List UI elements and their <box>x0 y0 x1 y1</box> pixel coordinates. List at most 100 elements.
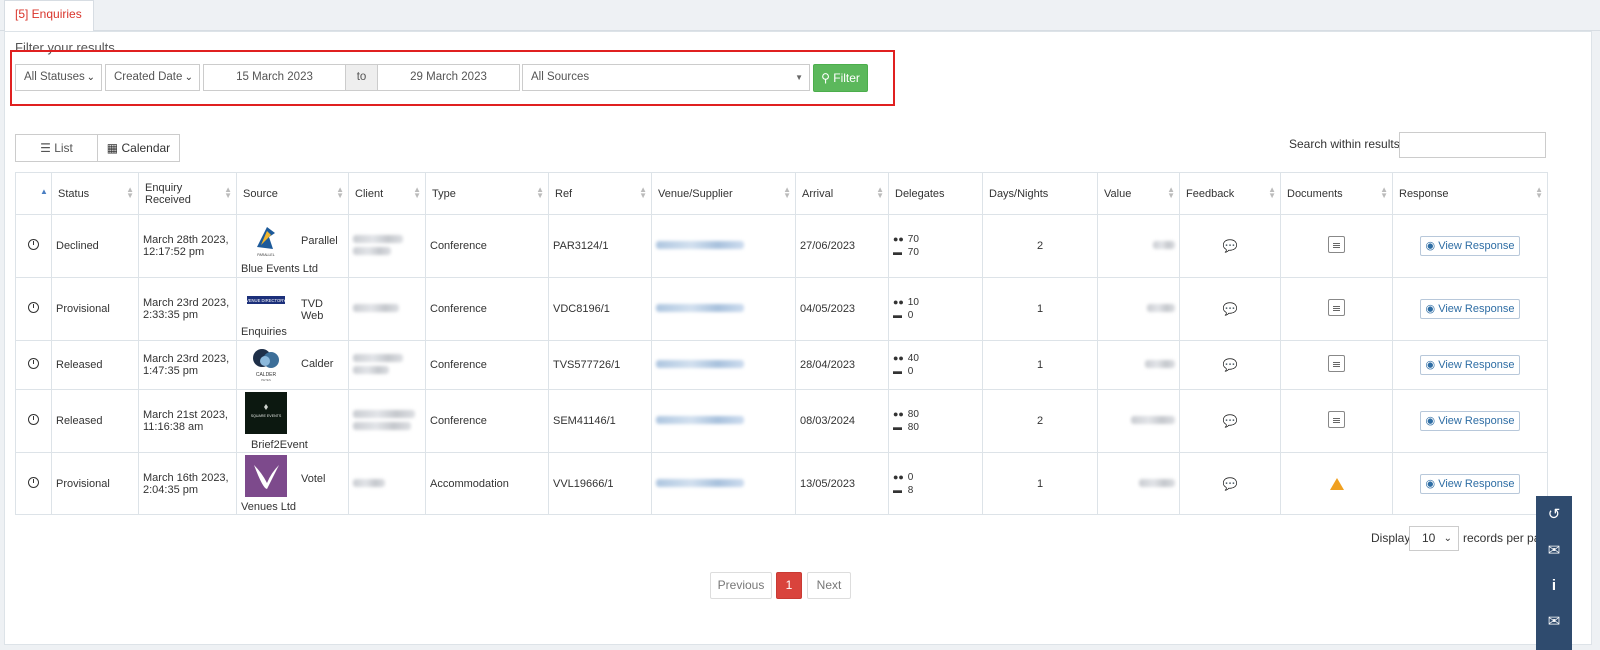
document-icon[interactable] <box>1328 355 1345 372</box>
row-arrival: 08/03/2024 <box>795 389 889 453</box>
row-type: Conference <box>425 389 549 453</box>
document-icon[interactable] <box>1328 411 1345 428</box>
col-documents[interactable]: Documents ▲ ▼ <box>1280 172 1393 215</box>
feedback-chat-icon[interactable]: 💬 <box>1223 239 1238 253</box>
status-select[interactable]: All Statuses ⌄ <box>15 64 102 91</box>
col-type[interactable]: Type ▲ ▼ <box>425 172 549 215</box>
date-from-input[interactable]: 15 March 2023 <box>203 64 346 91</box>
col-response[interactable]: Response ▲ ▼ <box>1392 172 1548 215</box>
sort-icon: ▲ ▼ <box>536 185 544 200</box>
row-ref: PAR3124/1 <box>548 214 652 278</box>
col-ref[interactable]: Ref ▲ ▼ <box>548 172 652 215</box>
clock-icon <box>28 414 39 425</box>
eye-icon: ◉ <box>1425 303 1436 315</box>
feedback-chat-icon[interactable]: 💬 <box>1223 414 1238 428</box>
sort-icon: ▲ ▼ <box>639 185 647 200</box>
col-feedback[interactable]: Feedback ▲ ▼ <box>1179 172 1281 215</box>
list-icon: ☰ <box>40 141 51 155</box>
per-page-value: 10 <box>1422 531 1436 545</box>
table-row[interactable]: Provisional March 16th 2023, 2:04:35 pm … <box>15 452 1548 515</box>
row-days: 1 <box>982 340 1098 390</box>
col-value[interactable]: Value ▲ ▼ <box>1097 172 1180 215</box>
filter-button[interactable]: ⚲ Filter <box>813 64 868 92</box>
row-value <box>1097 452 1180 515</box>
col-arrival[interactable]: Arrival ▲ ▼ <box>795 172 889 215</box>
document-warning-icon[interactable] <box>1329 475 1344 490</box>
next-page-button[interactable]: Next <box>807 572 851 599</box>
col-client[interactable]: Client ▲ ▼ <box>348 172 426 215</box>
row-client <box>348 340 426 390</box>
row-type: Conference <box>425 214 549 278</box>
previous-page-button[interactable]: Previous <box>710 572 772 599</box>
history-icon[interactable]: ↺ <box>1536 498 1572 532</box>
chevron-down-icon: ⌄ <box>184 72 193 83</box>
status-select-value: All Statuses <box>24 71 85 83</box>
view-response-button[interactable]: ◉ View Response <box>1419 299 1521 319</box>
row-source-a: Calder <box>301 358 334 370</box>
date-type-select[interactable]: Created Date ⌄ <box>105 64 200 91</box>
row-venue[interactable] <box>651 340 796 390</box>
mail-icon[interactable]: ✉ <box>1536 605 1572 639</box>
clock-icon <box>28 302 39 313</box>
row-venue[interactable] <box>651 277 796 341</box>
row-received: March 21st 2023, 11:16:38 am <box>138 389 237 453</box>
row-delegates: ●● 0 ▬ 8 <box>888 452 983 515</box>
eye-icon: ◉ <box>1425 415 1436 427</box>
col-status[interactable]: Status ▲ ▼ <box>51 172 139 215</box>
chat-icon[interactable]: ✉ <box>1536 534 1572 568</box>
venue-directory-logo: VENUE DIRECTORY <box>245 282 287 322</box>
search-input[interactable] <box>1399 132 1546 158</box>
table-row[interactable]: Declined March 28th 2023, 12:17:52 pm PA… <box>15 214 1548 278</box>
row-source-b: Enquiries <box>241 326 287 338</box>
table-row[interactable]: Provisional March 23rd 2023, 2:33:35 pm … <box>15 277 1548 341</box>
document-icon[interactable] <box>1328 236 1345 253</box>
col-received[interactable]: Enquiry Received ▲ ▼ <box>138 172 237 215</box>
row-delegates: ●● 70 ▬ 70 <box>888 214 983 278</box>
group-icon: ●● <box>893 471 904 482</box>
feedback-chat-icon[interactable]: 💬 <box>1223 302 1238 316</box>
feedback-chat-icon[interactable]: 💬 <box>1223 358 1238 372</box>
row-venue[interactable] <box>651 389 796 453</box>
row-received: March 23rd 2023, 1:47:35 pm <box>138 340 237 390</box>
sort-icon: ▲ ▼ <box>1535 185 1543 200</box>
list-view-button[interactable]: ☰ List <box>15 134 98 162</box>
page-1-button[interactable]: 1 <box>776 572 802 599</box>
bed-icon: ▬ <box>893 310 902 320</box>
search-label: Search within results <box>1289 137 1400 151</box>
row-source-a: TVD Web <box>301 298 324 322</box>
per-page-select[interactable]: 10 ⌄ <box>1409 526 1459 551</box>
col-select[interactable]: ▲ <box>15 172 52 215</box>
row-venue[interactable] <box>651 452 796 515</box>
table-row[interactable]: Released March 23rd 2023, 1:47:35 pm CAL… <box>15 340 1548 390</box>
row-ref: VVL19666/1 <box>548 452 652 515</box>
feedback-chat-icon[interactable]: 💬 <box>1223 477 1238 491</box>
chevron-down-icon: ⌄ <box>86 72 95 83</box>
row-client <box>348 214 426 278</box>
date-to-separator: to <box>345 64 378 91</box>
eye-icon: ◉ <box>1425 240 1436 252</box>
row-client <box>348 277 426 341</box>
sort-icon: ▲ ▼ <box>1167 185 1175 200</box>
view-response-button[interactable]: ◉ View Response <box>1419 473 1521 494</box>
row-status: Provisional <box>51 277 139 341</box>
info-icon[interactable]: i <box>1536 569 1572 603</box>
col-source[interactable]: Source ▲ ▼ <box>236 172 349 215</box>
row-status: Released <box>51 389 139 453</box>
source-select[interactable]: All Sources ▼ <box>522 64 810 91</box>
view-response-button[interactable]: ◉ View Response <box>1419 411 1521 431</box>
display-label: Display <box>1371 531 1411 545</box>
row-venue[interactable] <box>651 214 796 278</box>
row-value <box>1097 340 1180 390</box>
row-value <box>1097 277 1180 341</box>
col-venue[interactable]: Venue/Supplier ▲ ▼ <box>651 172 796 215</box>
view-response-button[interactable]: ◉ View Response <box>1419 236 1521 256</box>
document-icon[interactable] <box>1328 299 1345 316</box>
date-to-input[interactable]: 29 March 2023 <box>377 64 520 91</box>
sort-icon: ▲ ▼ <box>126 185 134 200</box>
caret-down-icon: ▼ <box>795 73 803 82</box>
view-response-button[interactable]: ◉ View Response <box>1419 355 1521 375</box>
clock-icon <box>28 358 39 369</box>
tab-enquiries[interactable]: [5] Enquiries <box>4 0 94 32</box>
table-row[interactable]: Released March 21st 2023, 11:16:38 am SQ… <box>15 389 1548 453</box>
calendar-view-button[interactable]: ▦ Calendar <box>97 134 180 162</box>
